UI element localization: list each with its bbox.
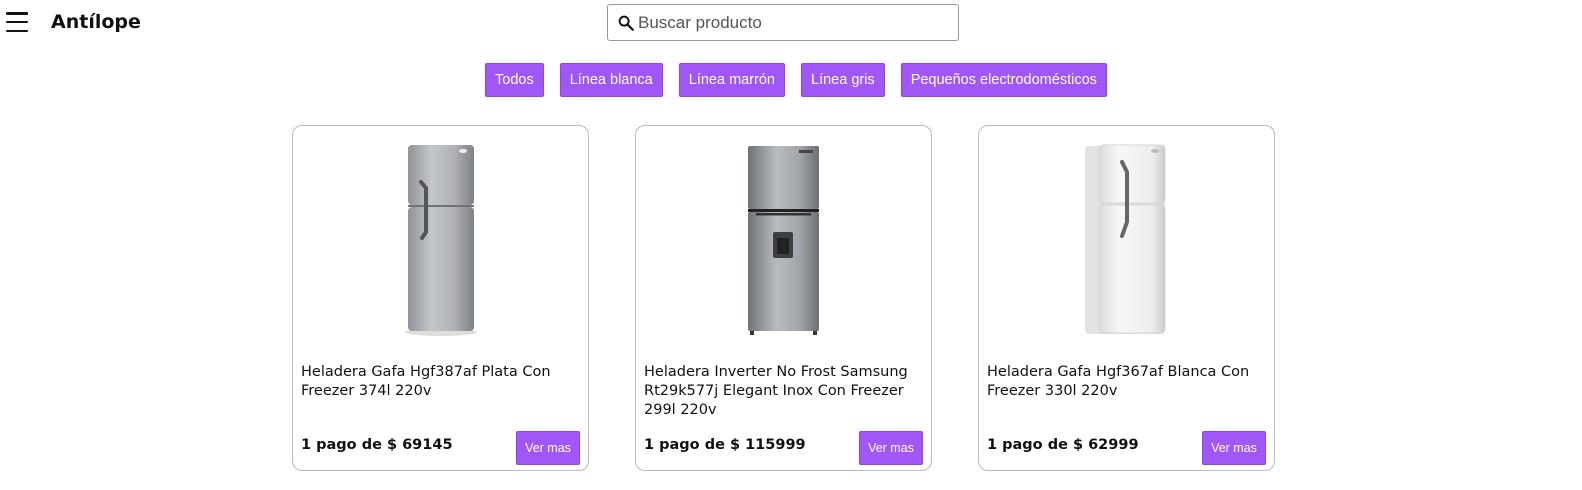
ver-mas-button[interactable]: Ver mas [516,431,580,465]
product-grid: Heladera Gafa Hgf387af Plata Con Freezer… [292,125,1275,471]
search-icon [618,15,634,31]
product-price: 1 pago de $ 62999 [987,437,1139,453]
product-card: Heladera Inverter No Frost Samsung Rt29k… [635,125,932,471]
category-todos[interactable]: Todos [485,63,544,97]
top-bar: Antílope [0,0,1582,48]
category-linea-blanca[interactable]: Línea blanca [559,63,663,97]
brand-title: Antílope [51,11,141,33]
product-title: Heladera Gafa Hgf367af Blanca Con Freeze… [987,364,1250,399]
hamburger-icon-line [6,12,28,15]
search-input[interactable] [638,9,948,36]
category-linea-marron[interactable]: Línea marrón [678,63,785,97]
product-price: 1 pago de $ 69145 [301,437,453,453]
product-price: 1 pago de $ 115999 [644,437,806,453]
search-box[interactable] [607,4,959,41]
refrigerator-inox-dispenser-icon [748,146,819,335]
product-title: Heladera Inverter No Frost Samsung Rt29k… [644,364,908,418]
hamburger-icon-line [6,20,28,24]
refrigerator-silver-icon [405,145,477,336]
menu-button[interactable] [6,12,28,32]
ver-mas-button[interactable]: Ver mas [1202,431,1266,465]
ver-mas-button[interactable]: Ver mas [859,431,923,465]
product-title: Heladera Gafa Hgf387af Plata Con Freezer… [301,364,551,399]
category-pequenos-electrodomesticos[interactable]: Pequeños electrodomésticos [900,63,1107,97]
category-bar: Todos Línea blanca Línea marrón Línea gr… [485,63,1107,97]
hamburger-icon-line [6,29,28,32]
product-card: Heladera Gafa Hgf367af Blanca Con Freeze… [978,125,1275,471]
product-card: Heladera Gafa Hgf387af Plata Con Freezer… [292,125,589,471]
category-linea-gris[interactable]: Línea gris [801,63,885,97]
refrigerator-white-icon [1085,144,1166,334]
